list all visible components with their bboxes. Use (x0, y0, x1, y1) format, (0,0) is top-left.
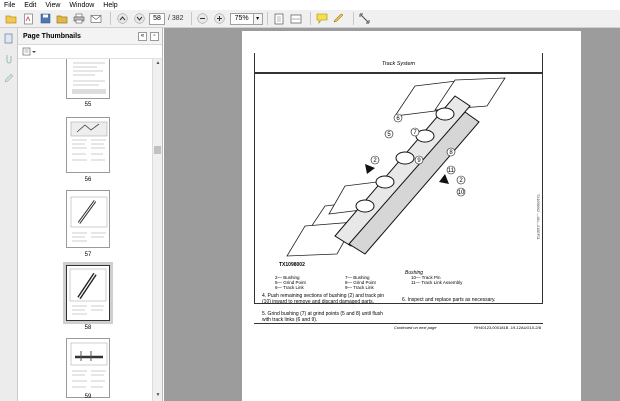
section-header: Track System (381, 61, 416, 67)
thumbnail-page[interactable] (66, 338, 110, 398)
figure-side-reference: TX1098002 —UN—21SEP11 (536, 194, 540, 240)
email-icon[interactable] (89, 12, 103, 26)
menu-help[interactable]: Help (103, 2, 117, 9)
zoom-in-icon[interactable] (213, 12, 227, 26)
thumbnail-label: 58 (84, 325, 92, 331)
menu-edit[interactable]: Edit (24, 2, 36, 9)
fit-width-icon[interactable] (289, 12, 303, 26)
thumbnail-scrollbar[interactable]: ▲ ▼ (152, 59, 162, 401)
toolbar-separator (110, 12, 111, 25)
page-header-box: Track System (254, 53, 543, 73)
attachments-icon[interactable] (3, 52, 15, 64)
thumbnails-icon[interactable] (3, 32, 15, 44)
thumbnail-page[interactable] (66, 190, 110, 248)
thumbnail-page[interactable] (66, 117, 110, 173)
page-number-input[interactable]: 58 (149, 12, 165, 25)
step-5: 5. Grind bushing (7) at grind points (5 … (262, 311, 383, 323)
scroll-down-icon[interactable]: ▼ (154, 392, 162, 400)
toolbar: 58 / 382 75% ▾ (0, 10, 620, 28)
step-6: 6. Inspect and replace parts as necessar… (402, 297, 496, 303)
zoom-out-icon[interactable] (196, 12, 210, 26)
panel-title: Page Thumbnails (23, 32, 81, 40)
legend-item: 6— Track Link (275, 285, 304, 290)
toolbar-separator (190, 12, 192, 25)
page-footer: Continued on next page RH40123,000181B -… (254, 323, 543, 330)
toolbar-separator (309, 12, 311, 25)
collapse-panel-icon[interactable]: « (138, 31, 147, 41)
menu-file[interactable]: File (4, 2, 15, 9)
document-viewer[interactable]: Track System 6 5 7 2 8 9 2 11 10 TX10980… (164, 28, 620, 401)
zoom-input[interactable]: 75% (229, 12, 254, 25)
print-icon[interactable] (72, 12, 86, 26)
track-figure: 6 5 7 2 8 9 2 11 10 (286, 77, 506, 257)
fit-page-icon[interactable] (272, 12, 286, 26)
figure-id: TX1098002 (279, 262, 305, 268)
thumbnail-page-selected[interactable] (63, 262, 113, 324)
menu-view[interactable]: View (45, 2, 60, 9)
save-icon[interactable] (38, 12, 52, 26)
continued-note: Continued on next page (394, 325, 437, 330)
callout-11: 11 (448, 168, 455, 174)
step-4: 4. Push remaining sections of bushing (2… (262, 293, 385, 305)
create-pdf-icon[interactable] (21, 12, 35, 26)
menu-bar: File Edit View Window Help (0, 0, 620, 10)
thumbnail-list: 55 56 57 58 59 (18, 59, 152, 401)
legend-item: 11— Track Link Assembly (411, 280, 463, 285)
thumbnail-label: 56 (84, 177, 92, 183)
previous-page-icon[interactable] (115, 12, 129, 26)
options-icon[interactable] (22, 47, 36, 56)
scrollbar-thumb[interactable] (154, 146, 161, 154)
zoom-dropdown-icon[interactable]: ▾ (253, 12, 263, 25)
sign-icon[interactable] (332, 12, 346, 26)
thumbnail-page[interactable] (66, 59, 110, 99)
open-icon[interactable] (4, 12, 18, 26)
expand-icon[interactable] (358, 12, 372, 26)
folder-icon[interactable] (55, 12, 69, 26)
signatures-icon[interactable] (3, 72, 15, 84)
close-panel-icon[interactable]: ▫ (150, 31, 159, 41)
legend-item: 9— Track Link (345, 285, 374, 290)
thumbnail-label: 57 (84, 252, 92, 258)
page-reference: RH40123,000181B -19-12AUG10-2/8 (474, 325, 541, 330)
page-total-label: / 382 (168, 15, 184, 22)
navigation-rail (0, 28, 18, 401)
callout-10: 10 (458, 190, 465, 196)
toolbar-separator (352, 12, 354, 25)
thumbnails-panel: Page Thumbnails « ▫ 55 56 57 58 59 ▲ ▼ (18, 28, 163, 401)
thumbnail-label: 55 (84, 102, 92, 108)
panel-toolbar (18, 45, 162, 59)
comment-icon[interactable] (315, 12, 329, 26)
toolbar-separator (266, 12, 268, 25)
panel-header: Page Thumbnails « ▫ (18, 28, 162, 45)
next-page-icon[interactable] (132, 12, 146, 26)
document-page: Track System 6 5 7 2 8 9 2 11 10 TX10980… (242, 31, 581, 401)
scroll-up-icon[interactable]: ▲ (154, 60, 162, 68)
menu-window[interactable]: Window (69, 2, 94, 9)
thumbnail-label: 59 (84, 394, 92, 400)
figure-frame: 6 5 7 2 8 9 2 11 10 TX1098002 —UN—21SEP1… (254, 73, 543, 304)
